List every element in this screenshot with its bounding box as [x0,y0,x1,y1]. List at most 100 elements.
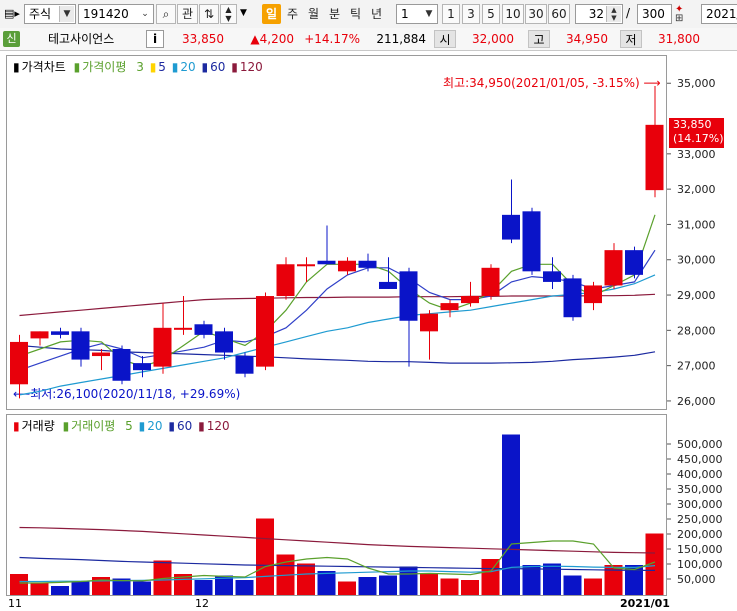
candle-body [153,327,172,367]
interval-button[interactable]: 60 [548,4,570,24]
price-axis: 26,000 27,000 28,000 29,000 30,000 31,000 32,0… [667,55,737,410]
chevron-down-icon[interactable]: ▼ [240,8,250,18]
info-button[interactable]: i [146,30,164,48]
stepper-up-icon: ▲ [225,5,232,14]
candle [297,257,315,282]
candle [440,299,459,318]
candle [522,207,541,275]
volume-bar [194,580,213,595]
volume-bar [235,580,254,595]
volume-tick-label: 500,000 [677,438,723,451]
candle [338,257,356,275]
chevron-down-icon[interactable]: ▼ [422,6,436,22]
candle-body [379,281,397,289]
chevron-down-icon[interactable]: ⌄ [138,6,152,22]
volume-tick-label: 250,000 [677,513,723,526]
interval-button[interactable]: 1 [442,4,460,24]
candle [30,331,49,346]
settings-icon[interactable]: ✦ ⊞ [675,5,689,24]
count-separator: / [626,6,631,20]
price-tick-label: 35,000 [677,77,716,90]
stepper-icon[interactable]: ▲ ▼ [606,6,621,22]
period-tab[interactable]: 년 [367,4,386,24]
volume-bar [133,581,151,595]
x-label-jan: 2021/01 [620,597,670,610]
candle [112,345,131,385]
price-tick-label: 26,000 [677,395,716,408]
candle-body [563,278,582,318]
interval-button[interactable]: 10 [502,4,524,24]
volume-chart-panel[interactable]: ▮ 거래량 ▮ 거래이평 5 ▮ 20 ▮ 60 ▮ 120 [6,414,667,596]
candle-body [625,250,643,275]
volume-chart [10,434,664,595]
candle [235,352,254,378]
candle-body [235,356,254,374]
period-tab[interactable]: 주 [283,4,302,24]
candle-body [481,267,500,297]
interval-button[interactable]: 5 [482,4,500,24]
candle [604,243,623,289]
period-tab[interactable]: 틱 [346,4,365,24]
price-tick-label: 29,000 [677,289,716,302]
volume-bar [71,581,90,595]
interval-select[interactable]: 1 ▼ [396,4,438,24]
candle-body [338,260,356,272]
candle [543,257,561,289]
sync-button[interactable]: ⇅ [199,4,219,24]
stepper-button[interactable]: ▲ ▼ [220,4,237,24]
candle-body [30,331,49,339]
volume-tick-label: 100,000 [677,558,723,571]
period-tab[interactable]: 일 [262,4,281,24]
total-input[interactable]: 300 [637,4,672,24]
count-input[interactable]: 32 ▲ ▼ [575,4,623,24]
ma3-line [19,214,656,368]
period-tab[interactable]: 월 [304,4,323,24]
candle [317,225,336,265]
price-tick-label: 27,000 [677,360,716,373]
candle-body [604,250,623,286]
volume-tick-label: 300,000 [677,498,723,511]
volume-bar [461,580,479,595]
search-icon: ⌕ [162,7,170,21]
price-tick-label: 28,000 [677,324,716,337]
candle [399,267,418,367]
market-type-select[interactable]: 주식 ▼ [24,4,76,24]
candle-body [502,214,520,240]
volume-axis: 50,000 100,000 150,000 200,000 250,000 300,00… [667,414,737,596]
interval-button[interactable]: 30 [525,4,547,24]
volume-tick-label: 150,000 [677,543,723,556]
interval-button[interactable]: 3 [462,4,480,24]
price-tick-label: 32,000 [677,183,716,196]
price-tick-label: 33,000 [677,148,716,161]
candle [625,246,643,279]
chevron-down-icon[interactable]: ▼ [59,6,74,22]
volume-bar [379,575,397,595]
candle-body [194,324,213,335]
volume-tick-label: 400,000 [677,468,723,481]
x-axis: 11 12 2021/01 [0,596,737,611]
candle [502,179,520,244]
period-tab[interactable]: 분 [325,4,344,24]
change-percent: +14.17% [304,32,360,46]
candle-body [358,260,377,268]
price-chart-panel[interactable]: ▮ 가격차트 ▮ 가격이평 3 ▮ 5 ▮ 20 ▮ 60 ▮ 120 최고:34,950(… [6,55,667,410]
quote-bar: 신 테고사이언스 i 33,850 ▲4,200 +14.17% 211,884… [0,28,737,51]
volume-bar [10,574,28,595]
volume-bar [584,578,602,595]
candle-body [461,296,479,304]
interval-value: 1 [401,7,409,21]
candle-body [645,124,664,191]
search-button[interactable]: ⌕ [156,4,176,24]
sync-icon: ⇅ [203,7,215,21]
date-input[interactable]: 2021/0 [701,4,737,24]
link-button[interactable]: 관 [177,4,198,24]
volume-tick-label: 450,000 [677,453,723,466]
volume-bar [420,574,438,595]
stock-code-input[interactable]: 191420 ⌄ [78,4,154,24]
panel-toggle-icon[interactable]: ▤▸ [4,7,20,21]
toolbar: ▤▸ 주식 ▼ 191420 ⌄ ⌕ 관 ⇅ ▲ ▼ ▼ 일 주 월 분 틱 년 … [0,0,737,29]
volume-bar [502,434,520,595]
candle [10,334,28,399]
current-price-tag: 33,850 (14.17%) [669,118,724,148]
price-axis-svg: 26,000 27,000 28,000 29,000 30,000 31,000 32,0… [667,77,716,408]
